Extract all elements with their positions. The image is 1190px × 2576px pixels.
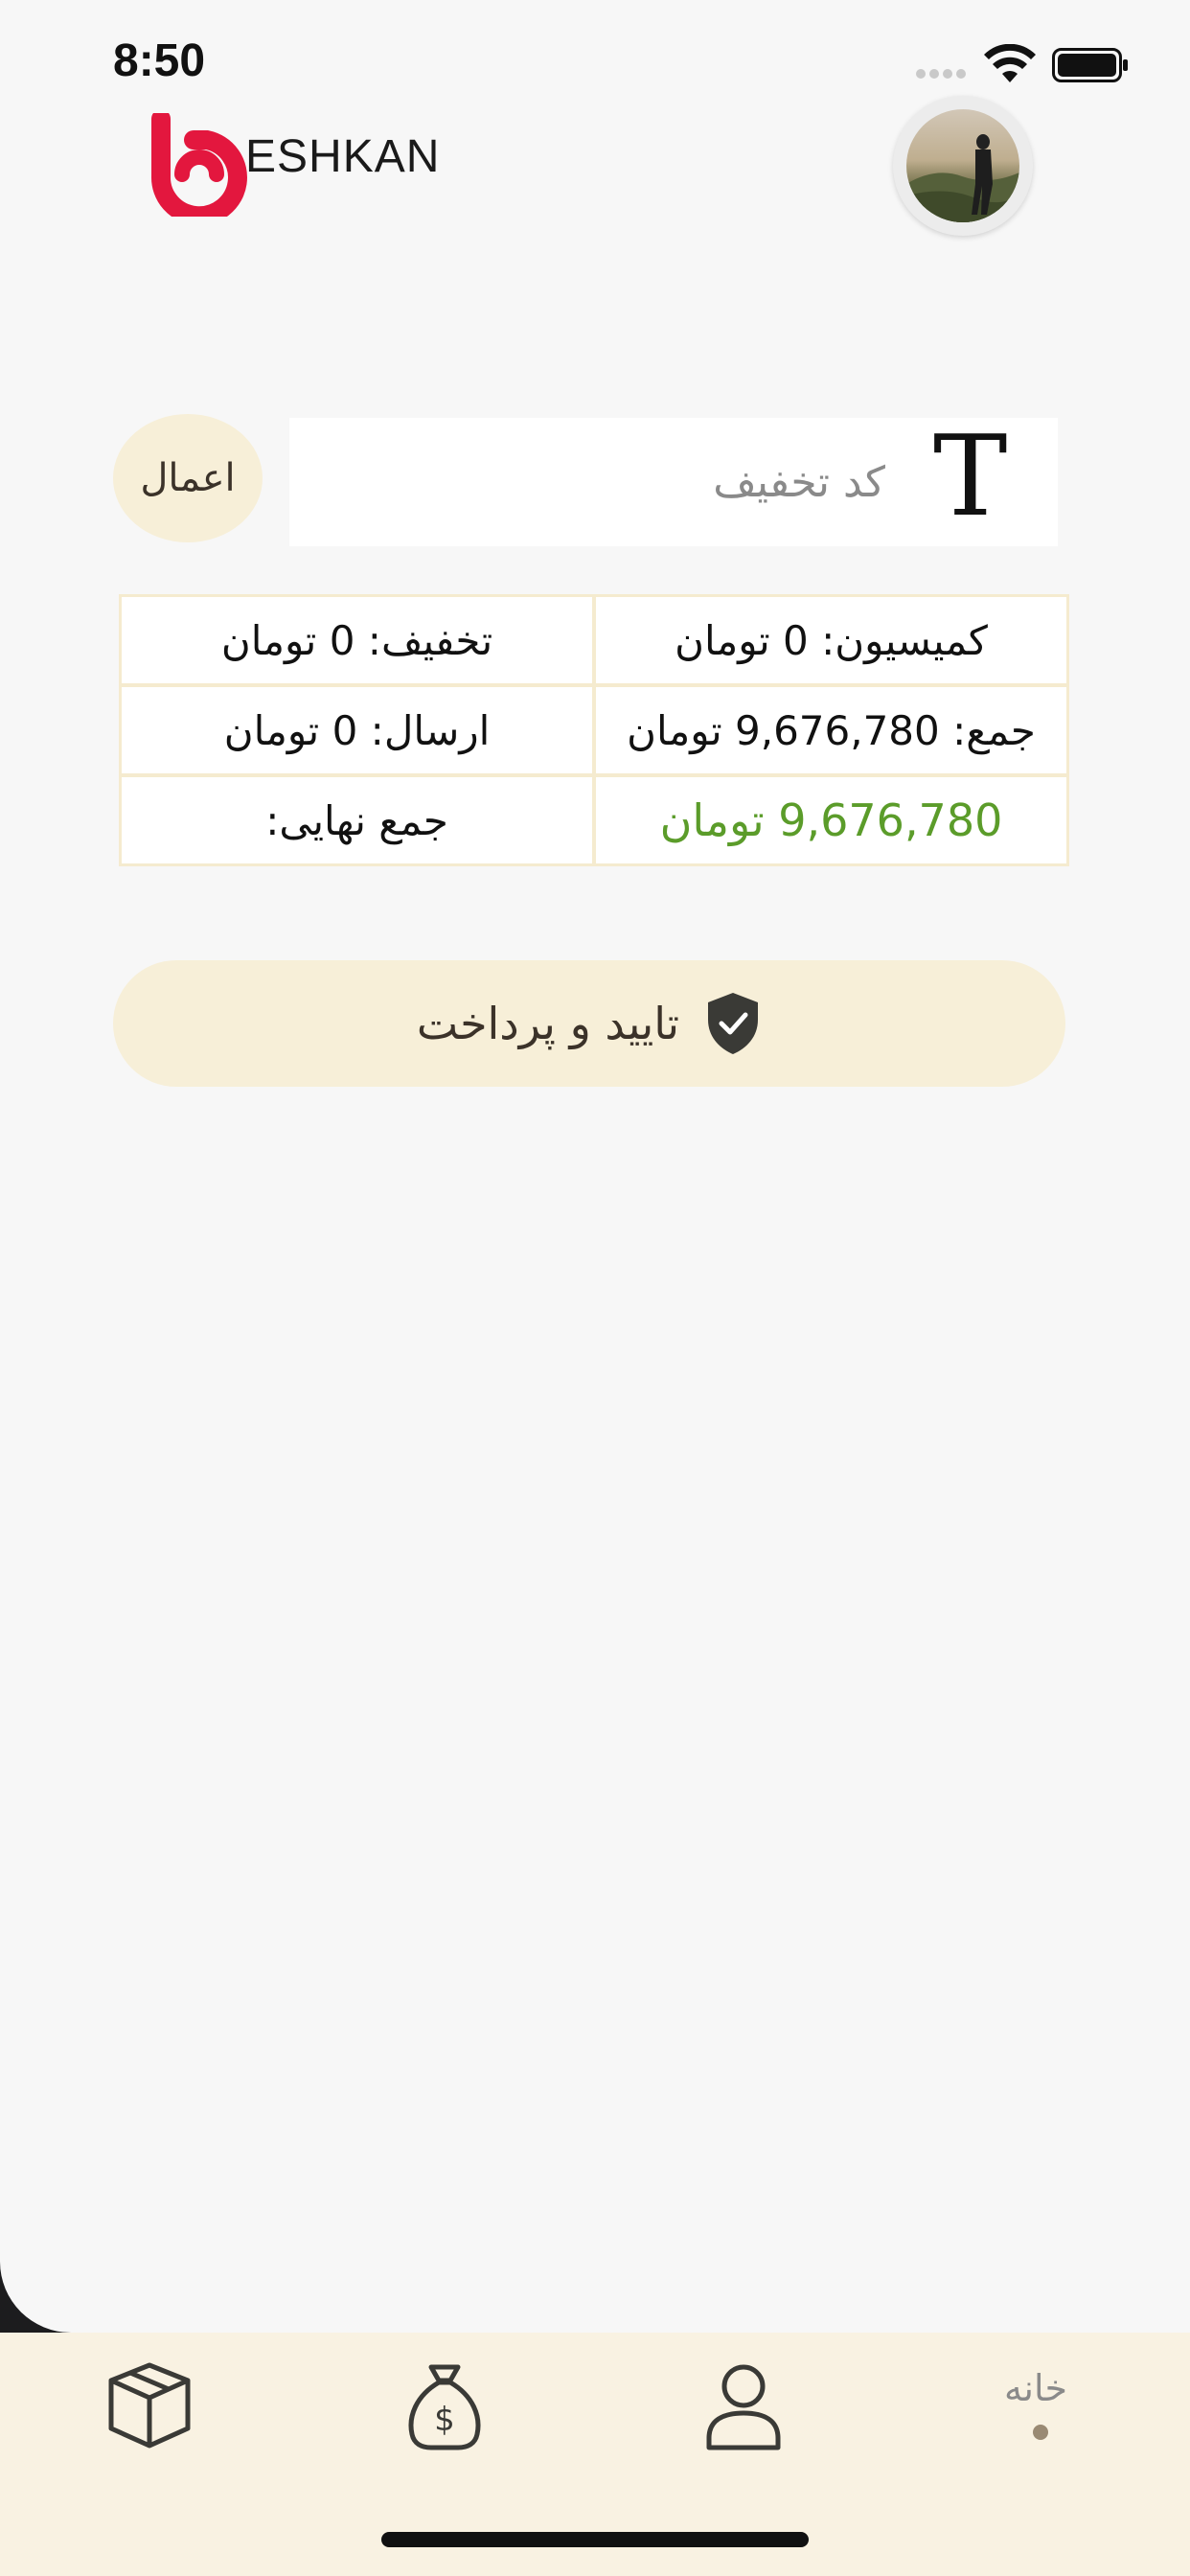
tab-home[interactable]: خانه xyxy=(1004,2367,1067,2409)
text-t-icon: T xyxy=(933,412,1008,541)
logo-mark-icon xyxy=(150,113,247,217)
final-total-value: 9,676,780 تومان xyxy=(596,777,1066,863)
discount-code-field: T xyxy=(289,418,1058,546)
app-screen: 8:50 ESHKAN اعمال T xyxy=(0,0,1190,2333)
cellular-signal-icon xyxy=(916,69,968,82)
shield-check-icon xyxy=(708,993,759,1054)
avatar-photo xyxy=(906,109,1019,222)
confirm-and-pay-label: تایید و پرداخت xyxy=(416,998,680,1049)
confirm-and-pay-button[interactable]: تایید و پرداخت xyxy=(113,960,1065,1087)
final-total-label: جمع نهایی: xyxy=(122,777,592,863)
eshkan-logo: ESHKAN xyxy=(149,113,456,218)
subtotal-amount: جمع: 9,676,780 تومان xyxy=(596,687,1066,773)
discount-amount: تخفیف: 0 تومان xyxy=(122,597,592,683)
box-icon[interactable] xyxy=(107,2361,192,2450)
wifi-icon xyxy=(984,44,1036,82)
apply-discount-button[interactable]: اعمال xyxy=(113,414,263,542)
logo-text: ESHKAN xyxy=(245,131,441,182)
profile-avatar[interactable] xyxy=(893,96,1033,236)
active-tab-indicator xyxy=(1033,2425,1048,2440)
commission-amount: کمیسیون: 0 تومان xyxy=(596,597,1066,683)
battery-icon xyxy=(1052,48,1128,82)
money-bag-icon[interactable]: $ xyxy=(406,2361,483,2451)
status-time: 8:50 xyxy=(113,35,206,86)
svg-text:$: $ xyxy=(434,2401,455,2439)
discount-code-input[interactable] xyxy=(404,443,887,521)
home-indicator-bar[interactable] xyxy=(381,2532,809,2547)
shipping-amount: ارسال: 0 تومان xyxy=(122,687,592,773)
user-icon[interactable] xyxy=(705,2361,782,2451)
order-summary-table: تخفیف: 0 تومان کمیسیون: 0 تومان ارسال: 0… xyxy=(119,594,1069,866)
